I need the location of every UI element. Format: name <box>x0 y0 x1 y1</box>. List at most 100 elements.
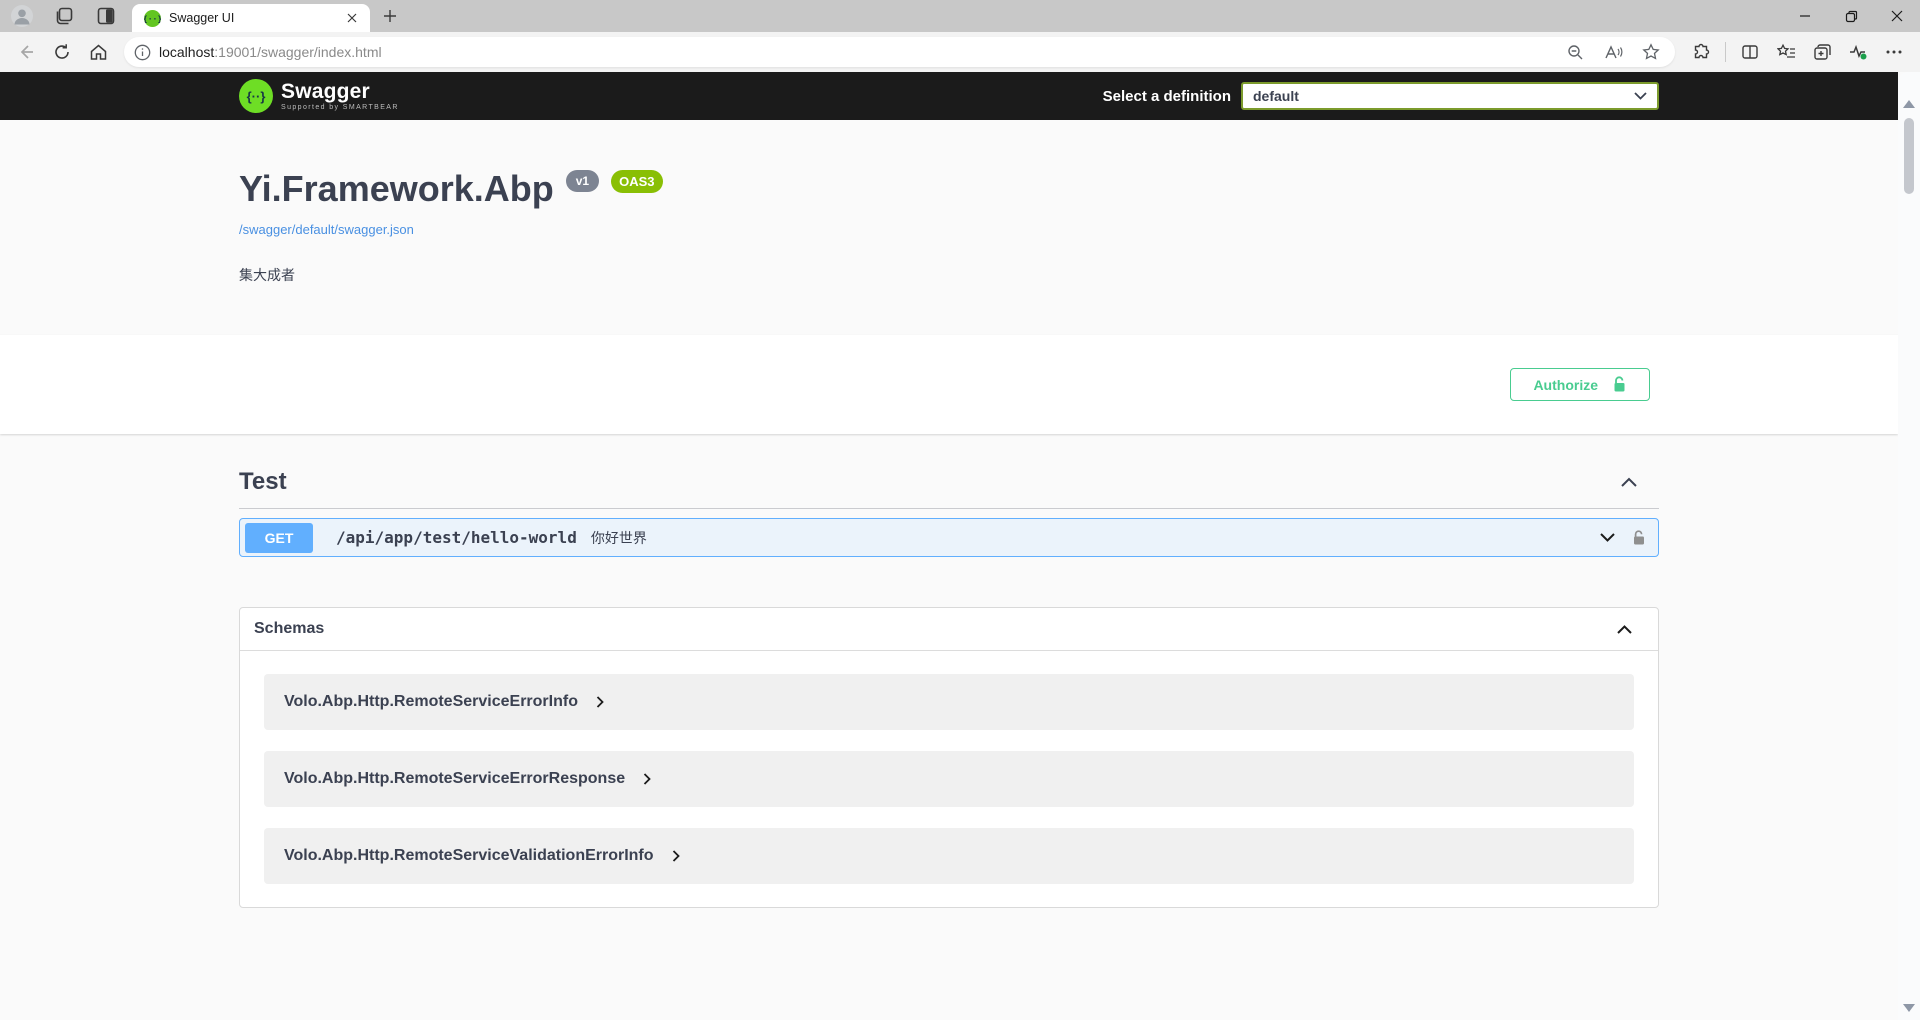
tab-strip: {··} Swagger UI <box>0 0 1920 32</box>
chevron-right-icon <box>672 850 680 862</box>
scroll-down-arrow[interactable] <box>1903 1004 1915 1012</box>
select-definition-label: Select a definition <box>1103 88 1231 105</box>
tag-section-test: Test GET /api/app/test/hello-world 你好世界 <box>239 462 1659 557</box>
address-bar[interactable]: localhost:19001/swagger/index.html <box>124 37 1675 67</box>
browser-chrome: {··} Swagger UI <box>0 0 1920 72</box>
tab-actions-button[interactable] <box>92 3 120 29</box>
spec-json-link[interactable]: /swagger/default/swagger.json <box>239 222 414 237</box>
url-text[interactable]: localhost:19001/swagger/index.html <box>159 44 1559 60</box>
zoom-out-button[interactable] <box>1559 36 1591 68</box>
tab-title: Swagger UI <box>169 11 342 25</box>
chevron-up-icon[interactable] <box>1617 625 1632 634</box>
browser-tab-swagger-ui[interactable]: {··} Swagger UI <box>132 4 370 32</box>
unlocked-padlock-icon <box>1612 376 1627 393</box>
auth-lock-icon[interactable] <box>1632 530 1646 546</box>
chevron-down-icon[interactable] <box>1600 533 1615 542</box>
plus-icon <box>383 9 397 23</box>
operation-get-hello-world[interactable]: GET /api/app/test/hello-world 你好世界 <box>239 518 1659 557</box>
model-name: Volo.Abp.Http.RemoteServiceErrorInfo <box>284 693 578 711</box>
close-icon <box>347 13 357 23</box>
api-description: 集大成者 <box>239 265 1659 285</box>
browser-navbar: localhost:19001/swagger/index.html <box>0 32 1920 72</box>
svg-text:{··}: {··} <box>144 14 161 23</box>
refresh-icon <box>53 43 71 61</box>
refresh-button[interactable] <box>46 36 78 68</box>
split-screen-button[interactable] <box>1734 36 1766 68</box>
zoom-magnifier-icon <box>1567 44 1584 61</box>
home-icon <box>89 43 108 62</box>
close-window-button[interactable] <box>1874 0 1920 32</box>
tab-close-button[interactable] <box>342 8 362 28</box>
scroll-up-arrow[interactable] <box>1903 100 1915 108</box>
model-name: Volo.Abp.Http.RemoteServiceValidationErr… <box>284 847 654 865</box>
browser-essentials-button[interactable] <box>1842 36 1874 68</box>
model-row-remote-service-error-info[interactable]: Volo.Abp.Http.RemoteServiceErrorInfo <box>264 674 1634 730</box>
favorite-star-button[interactable] <box>1635 36 1667 68</box>
favorites-button[interactable] <box>1770 36 1802 68</box>
schemas-wrapper: Schemas Volo.Abp.Http.RemoteServiceError… <box>239 607 1659 908</box>
model-row-remote-service-validation-error-info[interactable]: Volo.Abp.Http.RemoteServiceValidationErr… <box>264 828 1634 884</box>
api-title: Yi.Framework.Abp <box>239 168 554 210</box>
home-button[interactable] <box>82 36 114 68</box>
schemas-section: Schemas Volo.Abp.Http.RemoteServiceError… <box>239 607 1659 908</box>
swagger-topbar: {··} Swagger Supported by SMARTBEAR Sele… <box>0 72 1898 120</box>
url-host: localhost <box>159 44 214 60</box>
model-row-remote-service-error-response[interactable]: Volo.Abp.Http.RemoteServiceErrorResponse <box>264 751 1634 807</box>
read-aloud-icon <box>1604 44 1623 61</box>
back-button[interactable] <box>10 36 42 68</box>
scrollbar-thumb[interactable] <box>1904 118 1914 194</box>
scheme-container: Authorize <box>0 335 1898 434</box>
star-icon <box>1642 43 1660 61</box>
split-screen-icon <box>1741 43 1759 61</box>
workspaces-button[interactable] <box>50 3 78 29</box>
back-arrow-icon <box>17 43 35 61</box>
chevron-up-icon[interactable] <box>1621 477 1637 487</box>
restore-icon <box>1845 10 1858 23</box>
page-scrollbar[interactable] <box>1898 72 1920 1020</box>
site-info-icon[interactable] <box>134 44 151 61</box>
avatar-icon <box>10 4 34 28</box>
tab-layout-icon <box>96 6 116 26</box>
model-name: Volo.Abp.Http.RemoteServiceErrorResponse <box>284 770 625 788</box>
workspaces-icon <box>54 6 74 26</box>
minimize-icon <box>1799 10 1811 22</box>
read-aloud-button[interactable] <box>1597 36 1629 68</box>
url-path: :19001/swagger/index.html <box>214 44 381 60</box>
oas3-badge: OAS3 <box>611 170 662 193</box>
tag-header-test[interactable]: Test <box>239 462 1659 509</box>
swagger-favicon: {··} <box>144 10 161 27</box>
toolbar-divider <box>1725 42 1726 62</box>
chevron-right-icon <box>643 773 651 785</box>
maximize-button[interactable] <box>1828 0 1874 32</box>
swagger-wordmark: Swagger <box>281 81 399 102</box>
swagger-logo-icon: {··} <box>239 79 273 113</box>
swagger-page: {··} Swagger Supported by SMARTBEAR Sele… <box>0 72 1898 1020</box>
new-tab-button[interactable] <box>376 3 404 29</box>
http-method-badge: GET <box>245 523 313 553</box>
close-icon <box>1891 10 1903 22</box>
extensions-button[interactable] <box>1685 36 1717 68</box>
authorize-button[interactable]: Authorize <box>1510 368 1650 401</box>
definition-select[interactable]: default <box>1241 82 1659 110</box>
authorize-label: Authorize <box>1533 377 1598 393</box>
settings-menu-button[interactable] <box>1878 36 1910 68</box>
collections-button[interactable] <box>1806 36 1838 68</box>
chevron-right-icon <box>596 696 604 708</box>
schemas-header[interactable]: Schemas <box>240 608 1658 651</box>
profile-avatar[interactable] <box>8 3 36 29</box>
schemas-title: Schemas <box>254 620 324 638</box>
swagger-logo: {··} Swagger Supported by SMARTBEAR <box>239 79 399 113</box>
version-badge: v1 <box>566 170 599 192</box>
definition-select-value: default <box>1253 88 1299 104</box>
browser-toolbar-right <box>1685 36 1910 68</box>
smartbear-credit: Supported by SMARTBEAR <box>281 104 399 111</box>
favorites-list-icon <box>1777 43 1796 61</box>
operation-path: /api/app/test/hello-world <box>336 528 577 547</box>
ellipsis-icon <box>1886 50 1902 54</box>
operation-summary: 你好世界 <box>591 528 647 548</box>
minimize-button[interactable] <box>1782 0 1828 32</box>
collections-icon <box>1813 43 1832 61</box>
api-info-section: Yi.Framework.Abp v1 OAS3 /swagger/defaul… <box>0 120 1898 335</box>
puzzle-icon <box>1692 43 1711 62</box>
browser-essentials-icon <box>1848 43 1868 61</box>
